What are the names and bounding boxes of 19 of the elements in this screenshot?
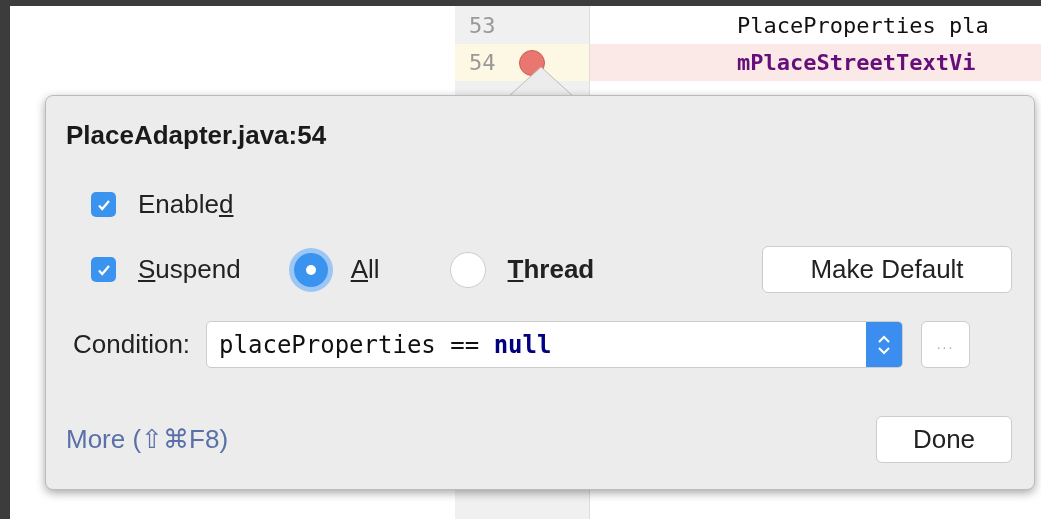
- checkbox[interactable]: [91, 192, 116, 217]
- line-number: 53: [469, 12, 497, 40]
- done-button[interactable]: Done: [876, 416, 1012, 463]
- make-default-button[interactable]: Make Default: [762, 246, 1012, 293]
- radio-label: Thread: [507, 253, 595, 286]
- condition-label: Condition:: [73, 328, 191, 361]
- popup-title: PlaceAdapter.java:54: [66, 119, 328, 152]
- checkbox[interactable]: [91, 257, 116, 282]
- breakpoint-icon[interactable]: [519, 49, 545, 76]
- enabled-label: Enabled: [138, 188, 234, 221]
- stepper-icon[interactable]: [866, 322, 903, 367]
- radio-button[interactable]: [449, 251, 486, 288]
- line-number: 54: [469, 49, 497, 77]
- more-link[interactable]: More (⇧⌘F8): [66, 420, 229, 459]
- radio-label: All: [350, 253, 380, 286]
- code-line: PlaceProperties pla: [737, 12, 989, 40]
- code-line: mPlaceStreetTextVi: [737, 49, 976, 77]
- suspend-label: Suspend: [138, 254, 241, 284]
- condition-field[interactable]: placeProperties == null: [206, 321, 904, 368]
